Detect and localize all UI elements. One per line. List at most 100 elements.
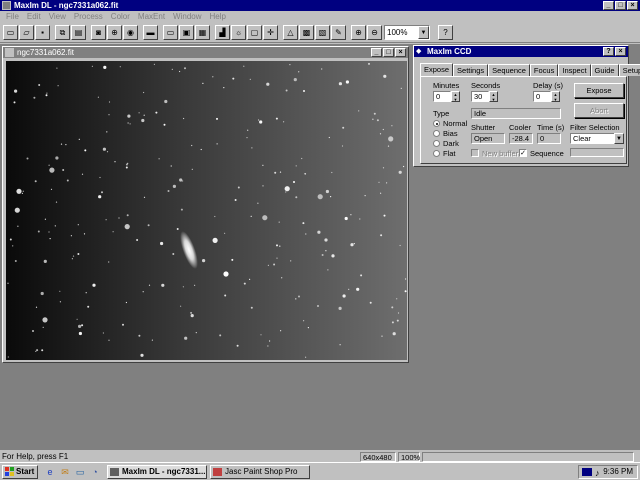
chevron-down-icon[interactable]: ▼ (418, 26, 429, 39)
tab-setup[interactable]: Setup (618, 64, 640, 76)
menu-maxent[interactable]: MaxEnt (134, 11, 169, 23)
menu-bar: File Edit View Process Color MaxEnt Wind… (0, 11, 640, 23)
ccd-dialog[interactable]: ◆ MaxIm CCD ? × Expose Settings Sequence… (413, 45, 640, 167)
new-buffer-label[interactable]: New buffer (482, 149, 518, 158)
desktop-icon[interactable]: ▭ (74, 466, 86, 478)
task-maxim-label: MaxIm DL - ngc7331... (122, 466, 206, 476)
maximize-button[interactable]: □ (615, 1, 626, 10)
type-bias-label[interactable]: Bias (443, 129, 458, 138)
crosshair-icon[interactable]: ✛ (263, 25, 278, 40)
status-text: For Help, press F1 (2, 452, 69, 461)
type-bias-radio[interactable] (433, 130, 440, 137)
filter-chevron-down-icon[interactable]: ▼ (614, 133, 624, 144)
minutes-field[interactable]: 0 (433, 91, 451, 102)
camera-icon[interactable]: ◙ (91, 25, 106, 40)
taskbar: Start e ✉ ▭ ◔ MaxIm DL - ngc7331... Jasc… (0, 462, 640, 480)
outlook-icon[interactable]: ✉ (59, 466, 71, 478)
channels-icon[interactable]: ◔ (89, 466, 101, 478)
paste-icon[interactable]: ▤ (71, 25, 86, 40)
monitor-tray-icon[interactable] (582, 468, 592, 476)
tab-guide[interactable]: Guide (590, 64, 619, 76)
task-maxim[interactable]: MaxIm DL - ngc7331... (107, 464, 207, 479)
start-button[interactable]: Start (2, 464, 38, 479)
delay-spinner[interactable]: ▲ ▼ (551, 91, 560, 102)
image-window[interactable]: ngc7331a062.fit _ □ × (2, 46, 409, 363)
clock[interactable]: 9:36 PM (603, 467, 633, 476)
image-minimize-button[interactable]: _ (371, 48, 382, 57)
minutes-spinner[interactable]: ▲ ▼ (451, 91, 460, 102)
menu-view[interactable]: View (45, 11, 70, 23)
tab-settings[interactable]: Settings (453, 64, 489, 76)
seconds-spinner[interactable]: ▲ ▼ (489, 91, 498, 102)
zoom-select[interactable]: 100% ▼ (384, 25, 430, 40)
type-flat-label[interactable]: Flat (443, 149, 456, 158)
type-normal-label[interactable]: Normal (443, 119, 467, 128)
sun-icon[interactable]: ☼ (231, 25, 246, 40)
open-folder-icon[interactable]: ▱ (19, 25, 34, 40)
monitor-icon[interactable]: ▣ (179, 25, 194, 40)
type-dark-radio[interactable] (433, 140, 440, 147)
telescope-icon[interactable]: ⊕ (107, 25, 122, 40)
speaker-icon[interactable]: ♪ (595, 467, 600, 479)
menu-file[interactable]: File (2, 11, 23, 23)
type-flat-radio[interactable] (433, 150, 440, 157)
image-maximize-button[interactable]: □ (383, 48, 394, 57)
menu-edit[interactable]: Edit (23, 11, 45, 23)
type-label: Type (433, 109, 450, 118)
menu-help[interactable]: Help (206, 11, 230, 23)
color-box-icon[interactable]: ▧ (315, 25, 330, 40)
sequence-checkbox[interactable]: ✓ (519, 149, 527, 157)
tab-focus[interactable]: Focus (529, 64, 559, 76)
zoom-value: 100% (387, 28, 408, 37)
maxim-task-icon (110, 467, 119, 476)
abort-button[interactable]: Abort (574, 103, 624, 118)
tab-sequence[interactable]: Sequence (488, 64, 530, 76)
square-icon[interactable]: ▢ (247, 25, 262, 40)
app-title-bar[interactable]: MaxIm DL - ngc7331a062.fit _ □ × (0, 0, 640, 11)
seconds-field[interactable]: 30 (471, 91, 489, 102)
triangle-icon[interactable]: △ (283, 25, 298, 40)
delay-label: Delay (s) (533, 81, 564, 90)
context-help-icon[interactable]: ? (438, 25, 453, 40)
minutes-label: Minutes (433, 81, 460, 90)
image-close-button[interactable]: × (395, 48, 406, 57)
screen-stretch-icon[interactable]: ▬ (143, 25, 158, 40)
status-empty-panel (422, 451, 634, 462)
delay-field[interactable]: 0 (533, 91, 551, 102)
task-paint-shop[interactable]: Jasc Paint Shop Pro (210, 464, 310, 479)
app-icon[interactable] (2, 1, 11, 10)
sequence-label[interactable]: Sequence (530, 149, 564, 158)
zoom-in-icon[interactable]: ⊕ (351, 25, 366, 40)
ccd-close-button[interactable]: × (615, 47, 626, 56)
copy-icon[interactable]: ⧉ (55, 25, 70, 40)
image-window-title-bar[interactable]: ngc7331a062.fit _ □ × (3, 47, 408, 58)
new-buffer-checkbox[interactable] (471, 149, 479, 157)
window-icon[interactable]: ▭ (163, 25, 178, 40)
zoom-out-icon[interactable]: ⊖ (367, 25, 382, 40)
tab-expose[interactable]: Expose (420, 63, 454, 76)
close-button[interactable]: × (627, 1, 638, 10)
type-dark-label[interactable]: Dark (443, 139, 459, 148)
save-icon[interactable]: ▪ (35, 25, 50, 40)
filter-wheel-icon[interactable]: ◉ (123, 25, 138, 40)
tile-icon[interactable]: ▦ (195, 25, 210, 40)
minimize-button[interactable]: _ (603, 1, 614, 10)
grid-icon[interactable]: ▩ (299, 25, 314, 40)
new-file-icon[interactable]: ▭ (3, 25, 18, 40)
pencil-icon[interactable]: ✎ (331, 25, 346, 40)
tab-inspect[interactable]: Inspect (558, 64, 591, 76)
expose-button[interactable]: Expose (574, 83, 624, 98)
astro-image[interactable] (6, 61, 407, 360)
cooler-field: -28.4 (509, 133, 533, 144)
ccd-help-button[interactable]: ? (603, 47, 614, 56)
expose-panel: Minutes 0 ▲ ▼ Seconds 30 ▲ ▼ Delay (s) 0 ▲… (420, 76, 627, 164)
menu-process[interactable]: Process (70, 11, 107, 23)
type-normal-radio[interactable] (433, 120, 440, 127)
menu-color[interactable]: Color (107, 11, 134, 23)
ccd-title-bar[interactable]: ◆ MaxIm CCD ? × (414, 46, 628, 57)
status-image-size: 640x480 (360, 451, 396, 462)
histogram-icon[interactable]: ▟ (215, 25, 230, 40)
ie-icon[interactable]: e (44, 466, 56, 478)
menu-window[interactable]: Window (169, 11, 205, 23)
ccd-tabs: Expose Settings Sequence Focus Inspect G… (420, 63, 640, 76)
